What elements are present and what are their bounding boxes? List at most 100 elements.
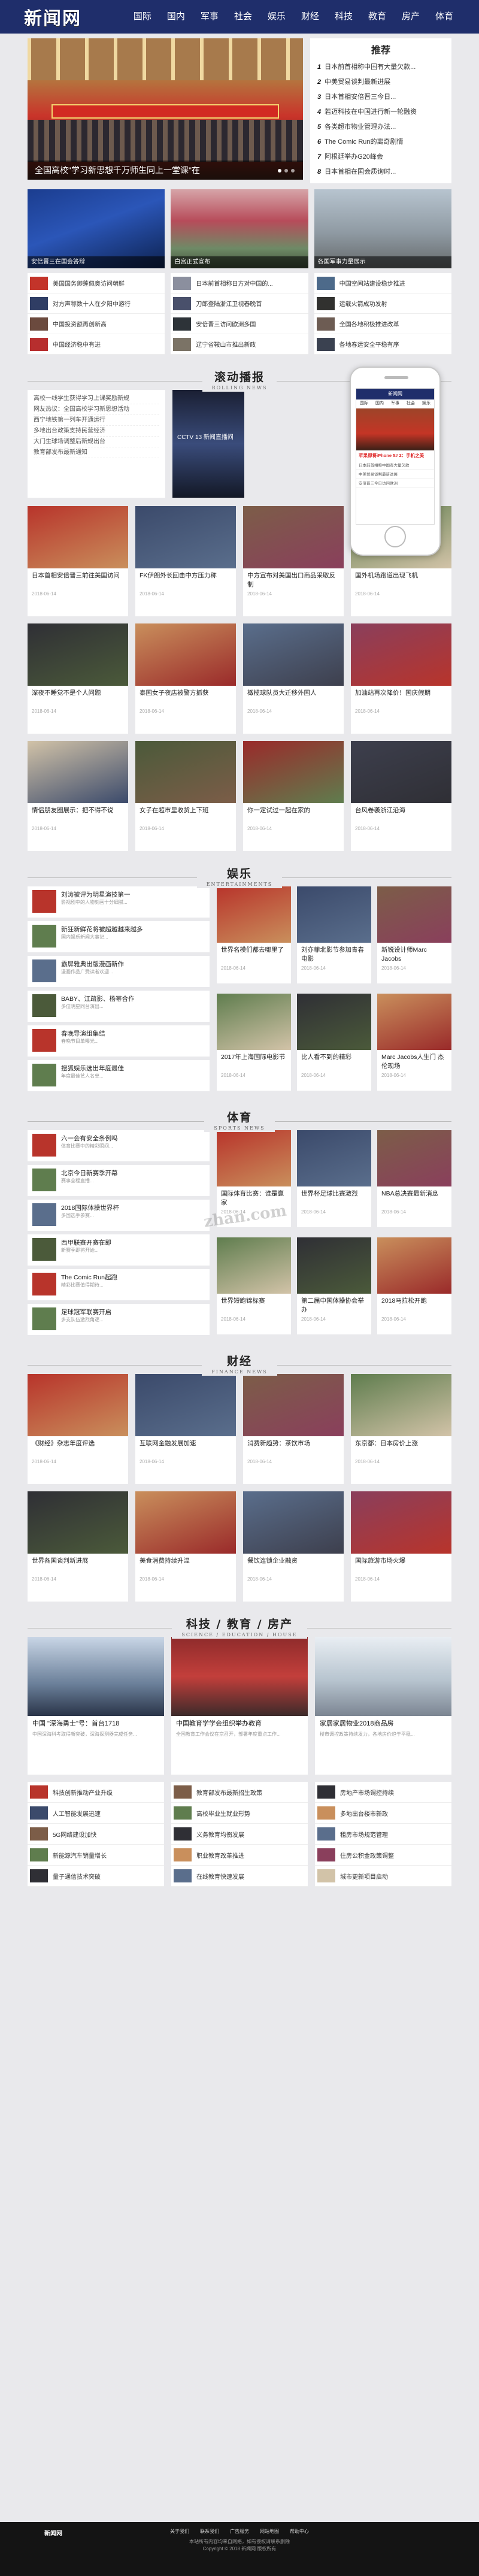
news-card[interactable]: 橄榄球队员大迁移外国人 2018-06-14 (243, 623, 344, 734)
list-item[interactable]: 辽宁省鞍山市推出新政 (171, 334, 308, 355)
list-item[interactable]: 高校毕业生就业形势 (171, 1803, 308, 1824)
news-card[interactable]: 美食消费持续升温 2018-06-14 (135, 1491, 236, 1602)
hero-slider[interactable]: 全国高校"学习新思想千万师生同上一堂课"在 (28, 38, 303, 180)
news-card[interactable]: 新锐设计师Marc Jacobs 2018-06-14 (377, 886, 451, 983)
recommend-item[interactable]: 2 中美贸易谈判最新进展 (317, 75, 444, 90)
list-item[interactable]: 美国国务卿蓬佩奥访问朝鲜 (28, 273, 165, 293)
rolling-item[interactable]: 网友热议：全国高校学习新思想活动 (34, 404, 159, 415)
list-item[interactable]: 春晚导演组集结 春晚节目单曝光... (28, 1025, 210, 1057)
news-card[interactable]: Marc Jacobs人生门 杰伦现场 2018-06-14 (377, 994, 451, 1091)
news-card[interactable]: 世界名模们都去哪里了 2018-06-14 (217, 886, 291, 983)
photo-card[interactable]: 安倍晋三在国会答辩 (28, 189, 165, 268)
news-card[interactable]: NBA总决赛最新消息 2018-06-14 (377, 1130, 451, 1227)
photo-card[interactable]: 白宫正式宣布 (171, 189, 308, 268)
photo-card[interactable]: 各国军事力量展示 (314, 189, 451, 268)
recommend-item[interactable]: 8 日本首相在国会质询时... (317, 165, 444, 180)
list-item[interactable]: 中国投资额再创新高 (28, 314, 165, 334)
footer-logo[interactable]: 新闻网 (44, 2528, 62, 2537)
nav-item[interactable]: 国内 (159, 0, 193, 34)
recommend-item[interactable]: 7 阿根廷举办G20峰会 (317, 150, 444, 165)
nav-item[interactable]: 房产 (394, 0, 428, 34)
hero-caption[interactable]: 全国高校"学习新思想千万师生同上一堂课"在 (28, 161, 303, 180)
list-item[interactable]: 搜狐娱乐选出年度最佳 年度最佳艺人名单... (28, 1060, 210, 1091)
news-card[interactable]: 中方宣布对美国出口商品采取反制 2018-06-14 (243, 506, 344, 616)
footer-link[interactable]: 网站地图 (260, 2528, 279, 2535)
list-item[interactable]: 北京今日新赛季开幕 赛事全程直播... (28, 1165, 210, 1196)
list-item[interactable]: 运载火箭成功发射 (314, 293, 451, 314)
news-card[interactable]: 世界杯足球比赛激烈 2018-06-14 (297, 1130, 371, 1227)
nav-item[interactable]: 体育 (428, 0, 461, 34)
nav-item[interactable]: 科技 (327, 0, 360, 34)
nav-item[interactable]: 财经 (293, 0, 327, 34)
slider-dots[interactable] (278, 169, 295, 172)
list-item[interactable]: 对方声称数十人在夕阳中游行 (28, 293, 165, 314)
news-card[interactable]: 你一定试过一起在家的 2018-06-14 (243, 741, 344, 851)
news-card[interactable]: 国际旅游市场火爆 2018-06-14 (351, 1491, 451, 1602)
footer-link[interactable]: 帮助中心 (290, 2528, 309, 2535)
list-item[interactable]: 足球冠军联赛开启 多支队伍激烈角逐... (28, 1304, 210, 1335)
nav-item[interactable]: 娱乐 (260, 0, 293, 34)
news-card[interactable]: 泰国女子夜店被警方抓获 2018-06-14 (135, 623, 236, 734)
news-card[interactable]: 深夜不睡觉不是个人问题 2018-06-14 (28, 623, 128, 734)
list-item[interactable]: 5G网络建设加快 (28, 1824, 164, 1845)
news-card[interactable]: 《财经》杂志年度评选 2018-06-14 (28, 1374, 128, 1484)
news-card[interactable]: FK伊朗外长回击中方压力称 2018-06-14 (135, 506, 236, 616)
recommend-item[interactable]: 3 日本首相安倍晋三今日... (317, 90, 444, 105)
recommend-item[interactable]: 5 各类超市物业管理办法... (317, 120, 444, 135)
list-item[interactable]: 人工智能发展迅速 (28, 1803, 164, 1824)
tech-card[interactable]: 中国 "深海勇士"号：首台1718 中国深海科考取得新突破，深海探测器完成任务..… (28, 1637, 164, 1775)
site-logo[interactable]: 新闻网 (24, 4, 81, 30)
footer-link[interactable]: 广告服务 (230, 2528, 249, 2535)
list-item[interactable]: 全国各地积极推进改革 (314, 314, 451, 334)
recommend-item[interactable]: 4 若迈科技在中国进行新一轮融资 (317, 105, 444, 120)
list-item[interactable]: 中国空间站建设稳步推进 (314, 273, 451, 293)
list-item[interactable]: 新狂新鲜花将被超越越来越多 国内娱乐新闻大事记... (28, 921, 210, 952)
news-card[interactable]: 餐饮连锁企业融资 2018-06-14 (243, 1491, 344, 1602)
footer-link[interactable]: 关于我们 (170, 2528, 189, 2535)
news-card[interactable]: 刘亦菲北影节参加青春电影 2018-06-14 (297, 886, 371, 983)
list-item[interactable]: 安倍晋三访问欧洲多国 (171, 314, 308, 334)
list-item[interactable]: 科技创新推动产业升级 (28, 1782, 164, 1803)
list-item[interactable]: 量子通信技术突破 (28, 1866, 164, 1887)
list-item[interactable]: 租房市场规范管理 (315, 1824, 451, 1845)
list-item[interactable]: 多地出台楼市新政 (315, 1803, 451, 1824)
list-item[interactable]: 新能源汽车销量增长 (28, 1845, 164, 1866)
news-card[interactable]: 2017年上海国际电影节 2018-06-14 (217, 994, 291, 1091)
list-item[interactable]: 刀郎登陆浙江卫视春晚首 (171, 293, 308, 314)
rolling-item[interactable]: 高校一线学生获得学习上课奖励新规 (34, 393, 159, 404)
list-item[interactable]: 西甲联赛开赛在即 新赛季即将开始... (28, 1234, 210, 1266)
list-item[interactable]: 2018国际体操世界杯 多国选手参赛... (28, 1200, 210, 1231)
news-card[interactable]: 东京都：日本房价上涨 2018-06-14 (351, 1374, 451, 1484)
rolling-item[interactable]: 教育部发布最新通知 (34, 447, 159, 458)
news-card[interactable]: 比人看不到的精彩 2018-06-14 (297, 994, 371, 1091)
list-item[interactable]: 义务教育均衡发展 (171, 1824, 308, 1845)
list-item[interactable]: 刘涛被评为明星演技第一 影视剧中的人物刻画十分细腻... (28, 886, 210, 918)
nav-item[interactable]: 国际 (126, 0, 159, 34)
list-item[interactable]: 中国经济稳中有进 (28, 334, 165, 355)
list-item[interactable]: 住房公积金政策调整 (315, 1845, 451, 1866)
news-card[interactable]: 第二届中国体操协会举办 2018-06-14 (297, 1237, 371, 1334)
news-card[interactable]: 情侣朋友圈展示：把不得不说 2018-06-14 (28, 741, 128, 851)
news-card[interactable]: 女子在超市里收货上下班 2018-06-14 (135, 741, 236, 851)
rolling-item[interactable]: 西宁地铁第一列车开通运行 (34, 415, 159, 426)
tech-card[interactable]: 家居家居物业2018商品房 楼市调控政策持续发力，各地房价趋于平稳... (315, 1637, 451, 1775)
list-item[interactable]: 六一会有安全条例吗 体育比赛中的精彩瞬间... (28, 1130, 210, 1161)
nav-item[interactable]: 军事 (193, 0, 226, 34)
news-card[interactable]: 日本首相安倍晋三前往美国访问 2018-06-14 (28, 506, 128, 616)
list-item[interactable]: 教育部发布最新招生政策 (171, 1782, 308, 1803)
list-item[interactable]: 城市更新项目启动 (315, 1866, 451, 1887)
recommend-item[interactable]: 6 The Comic Run的离奇剧情 (317, 135, 444, 150)
list-item[interactable]: The Comic Run起跑 精彩比赛值得期待... (28, 1269, 210, 1300)
list-item[interactable]: 职业教育改革推进 (171, 1845, 308, 1866)
news-card[interactable]: 互联网金融发展加速 2018-06-14 (135, 1374, 236, 1484)
list-item[interactable]: 霸屏雅典出版漫画新作 漫画作品广受读者欢迎... (28, 956, 210, 987)
news-card[interactable]: 世界短跑锦标赛 2018-06-14 (217, 1237, 291, 1334)
rolling-item[interactable]: 多地出台政策支持民营经济 (34, 426, 159, 437)
news-card[interactable]: 2018马拉松开跑 2018-06-14 (377, 1237, 451, 1334)
list-item[interactable]: 在线教育快速发展 (171, 1866, 308, 1887)
recommend-item[interactable]: 1 日本前首相称中国有大量欠款... (317, 60, 444, 75)
news-card[interactable]: 台风卷袭浙江沿海 2018-06-14 (351, 741, 451, 851)
nav-item[interactable]: 教育 (360, 0, 394, 34)
nav-item[interactable]: 社会 (226, 0, 260, 34)
rolling-item[interactable]: 大门生球场调整后新规出台 (34, 437, 159, 447)
